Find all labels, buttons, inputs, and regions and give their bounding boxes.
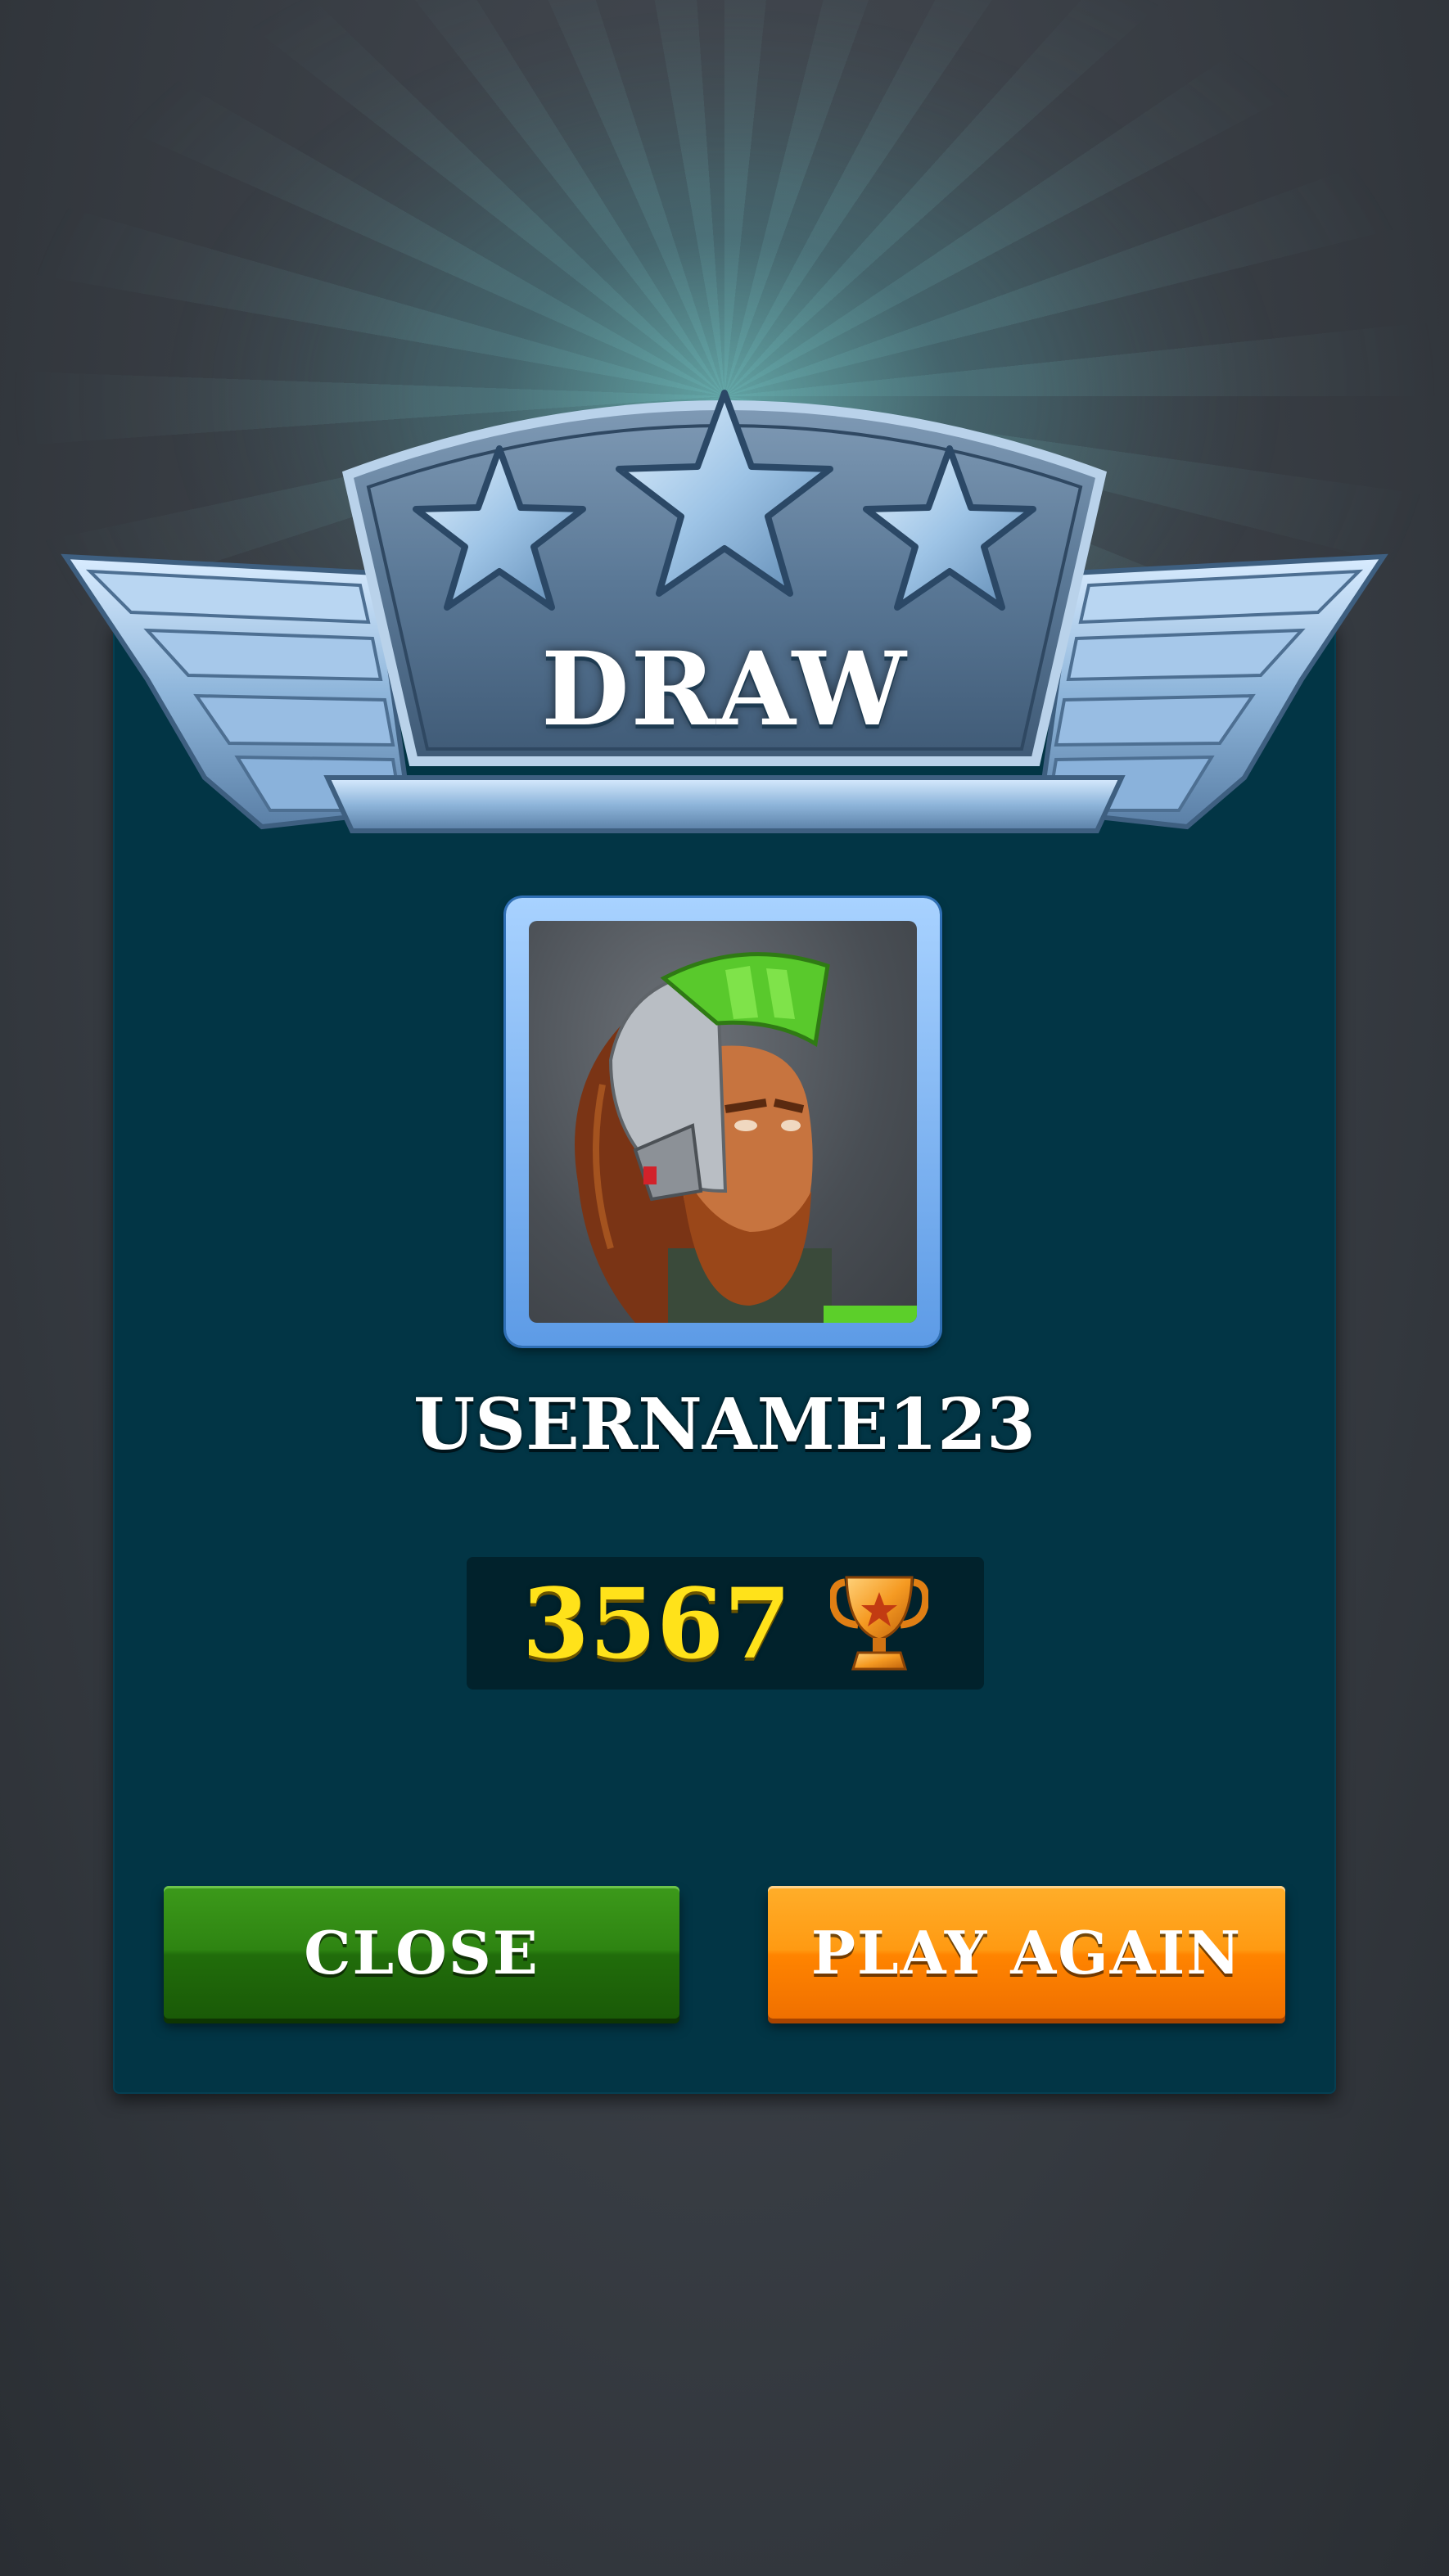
result-crest xyxy=(61,390,1388,833)
score-value: 3567 xyxy=(521,1566,792,1680)
score-box: 3567 xyxy=(467,1557,984,1690)
play-again-button[interactable]: PLAY AGAIN xyxy=(768,1886,1285,2019)
close-button[interactable]: CLOSE xyxy=(164,1886,679,2019)
trophy-icon xyxy=(830,1576,929,1671)
result-title: DRAW xyxy=(541,630,908,749)
avatar xyxy=(529,921,917,1323)
player-avatar-frame[interactable] xyxy=(506,898,940,1346)
player-username: USERNAME123 xyxy=(413,1383,1036,1466)
bearded-pilot-helmet-icon xyxy=(575,952,917,1323)
